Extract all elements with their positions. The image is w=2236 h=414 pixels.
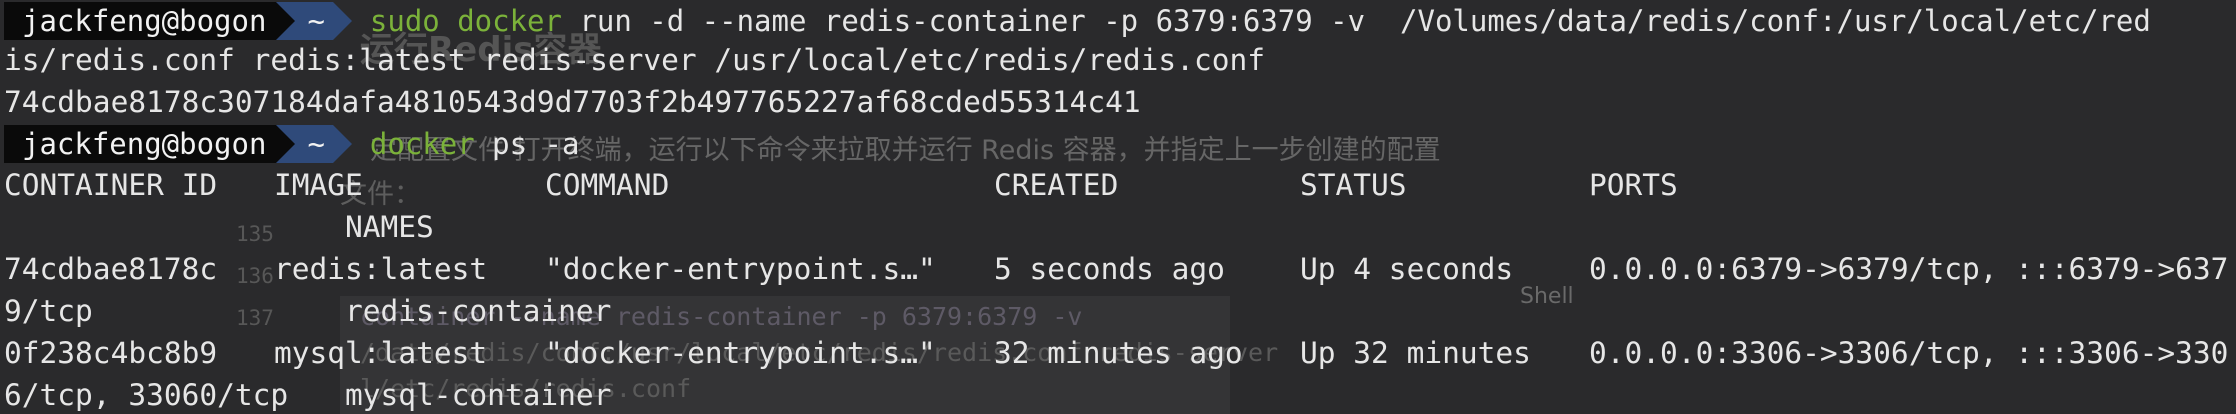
cell-names: redis-container [345, 294, 612, 328]
cell-command: "docker-entrypoint.s…" [545, 252, 936, 286]
background-line-number: 135 [236, 222, 274, 246]
cell-container-id: 0f238c4bc8b9 [4, 336, 218, 370]
cell-ports-wrap: 9/tcp [4, 294, 93, 328]
cell-container-id: 74cdbae8178c [4, 252, 218, 286]
header-status: STATUS [1300, 168, 1407, 202]
header-ports: PORTS [1589, 168, 1678, 202]
background-code-language: Shell [1520, 284, 1574, 309]
prompt-directory: ~ [295, 2, 333, 40]
cell-image: redis:latest [274, 252, 488, 286]
command-keyword: sudo docker [369, 4, 562, 38]
cell-created: 32 minutes ago [994, 336, 1243, 370]
cell-status: Up 4 seconds [1300, 252, 1514, 286]
header-names: NAMES [345, 210, 434, 244]
cell-created: 5 seconds ago [994, 252, 1225, 286]
command-args: run -d --name redis-container -p 6379:63… [561, 4, 2151, 38]
prompt-user: jackfeng@bogon [4, 2, 277, 40]
terminal-window[interactable]: 运行Redis容器 定配置文件 打开终端，运行以下命令来拉取并运行 Redis … [0, 0, 2236, 414]
command-line: sudo docker run -d --name redis-containe… [352, 2, 2151, 40]
cell-ports-wrap: 6/tcp, 33060/tcp [4, 378, 289, 412]
prompt-separator-icon [276, 2, 296, 40]
background-line-number: 137 [236, 306, 274, 330]
cell-ports: 0.0.0.0:6379->6379/tcp, :::6379->637 [1589, 252, 2229, 286]
cell-status: Up 32 minutes [1300, 336, 1531, 370]
command-args: ps -a [474, 127, 580, 161]
header-command: COMMAND [545, 168, 670, 202]
prompt-separator-icon [332, 125, 352, 163]
prompt-user: jackfeng@bogon [4, 125, 277, 163]
cell-ports: 0.0.0.0:3306->3306/tcp, :::3306->330 [1589, 336, 2229, 370]
cell-command: "docker-entrypoint.s…" [545, 336, 936, 370]
container-hash: 74cdbae8178c307184dafa4810543d9d7703f2b4… [4, 85, 1141, 119]
command-line: docker ps -a [352, 125, 580, 163]
prompt-directory: ~ [295, 125, 333, 163]
header-created: CREATED [994, 168, 1119, 202]
header-image: IMAGE [274, 168, 363, 202]
cell-names: mysql-container [345, 378, 612, 412]
command-keyword: docker [369, 127, 475, 161]
header-container-id: CONTAINER ID [4, 168, 218, 202]
cell-image: mysql:latest [274, 336, 488, 370]
command-wrap-line: is/redis.conf redis:latest redis-server … [4, 43, 1265, 77]
prompt-separator-icon [332, 2, 352, 40]
background-line-number: 136 [236, 264, 274, 288]
shell-prompt: jackfeng@bogon ~ sudo docker run -d --na… [4, 2, 2151, 40]
prompt-separator-icon [276, 125, 296, 163]
shell-prompt: jackfeng@bogon ~ docker ps -a [4, 125, 579, 163]
